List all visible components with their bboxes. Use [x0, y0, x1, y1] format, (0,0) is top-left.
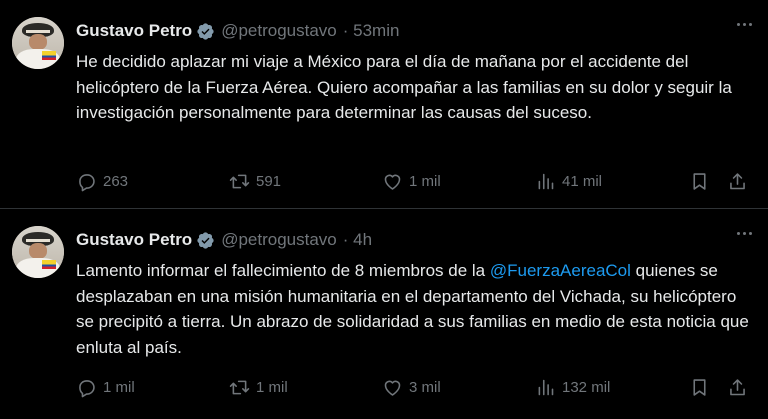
share-button[interactable]	[727, 169, 748, 193]
like-count: 3 mil	[409, 378, 441, 396]
tweet-actions: 263 591 1 mil 41 mil	[76, 169, 756, 193]
reply-icon	[79, 173, 95, 191]
tweet-header: Gustavo Petro @petrogustavo · 4h	[76, 229, 372, 251]
views-button[interactable]: 132 mil	[535, 375, 610, 399]
bookmark-icon	[693, 378, 706, 396]
verified-badge-icon	[197, 231, 214, 249]
author-name[interactable]: Gustavo Petro	[76, 230, 192, 250]
like-button[interactable]: 1 mil	[382, 169, 441, 193]
retweet-count: 591	[256, 172, 282, 190]
like-heart-icon	[384, 174, 401, 190]
views-count: 132 mil	[562, 378, 611, 396]
share-button[interactable]	[727, 375, 748, 399]
tweet-text-body: Lamento informar el fallecimiento de 8 m…	[76, 261, 490, 280]
views-count: 41 mil	[562, 172, 603, 190]
retweet-button[interactable]: 591	[229, 169, 281, 193]
bookmark-button[interactable]	[689, 169, 710, 193]
bookmark-icon	[693, 172, 706, 190]
reply-count: 263	[103, 172, 129, 190]
author-name[interactable]: Gustavo Petro	[76, 21, 192, 41]
tweet-actions: 1 mil 1 mil 3 mil 132 mil	[76, 375, 756, 399]
share-icon	[730, 172, 745, 189]
tweet-text: Lamento informar el fallecimiento de 8 m…	[76, 258, 756, 360]
retweet-count: 1 mil	[256, 378, 288, 396]
views-bar-chart-icon	[538, 379, 554, 395]
more-options-icon[interactable]	[737, 23, 752, 26]
author-handle[interactable]: @petrogustavo	[221, 21, 337, 41]
tweet-text-body: He decidido aplazar mi viaje a México pa…	[76, 52, 732, 122]
like-button[interactable]: 3 mil	[382, 375, 441, 399]
retweet-icon	[229, 174, 250, 188]
retweet-button[interactable]: 1 mil	[229, 375, 288, 399]
tweet-time[interactable]: · 53min	[343, 21, 400, 41]
reply-button[interactable]: 263	[76, 169, 128, 193]
share-icon	[730, 378, 745, 395]
avatar[interactable]	[12, 17, 64, 69]
views-bar-chart-icon	[538, 173, 554, 189]
more-options-icon[interactable]	[737, 232, 752, 235]
reply-count: 1 mil	[103, 378, 135, 396]
tweet-time[interactable]: · 4h	[343, 230, 372, 250]
tweet-header: Gustavo Petro @petrogustavo · 53min	[76, 20, 399, 42]
author-handle[interactable]: @petrogustavo	[221, 230, 337, 250]
tweet-text: He decidido aplazar mi viaje a México pa…	[76, 49, 756, 126]
retweet-icon	[229, 380, 250, 394]
tweet[interactable]: Gustavo Petro @petrogustavo · 4h Lamento…	[0, 209, 768, 419]
reply-button[interactable]: 1 mil	[76, 375, 135, 399]
reply-icon	[79, 379, 95, 397]
verified-badge-icon	[197, 22, 214, 40]
timeline-feed: Gustavo Petro @petrogustavo · 53min He d…	[0, 0, 768, 419]
bookmark-button[interactable]	[689, 375, 710, 399]
mention-link[interactable]: @FuerzaAereaCol	[490, 261, 631, 280]
like-count: 1 mil	[409, 172, 441, 190]
like-heart-icon	[384, 380, 401, 396]
views-button[interactable]: 41 mil	[535, 169, 602, 193]
tweet[interactable]: Gustavo Petro @petrogustavo · 53min He d…	[0, 0, 768, 208]
avatar[interactable]	[12, 226, 64, 278]
